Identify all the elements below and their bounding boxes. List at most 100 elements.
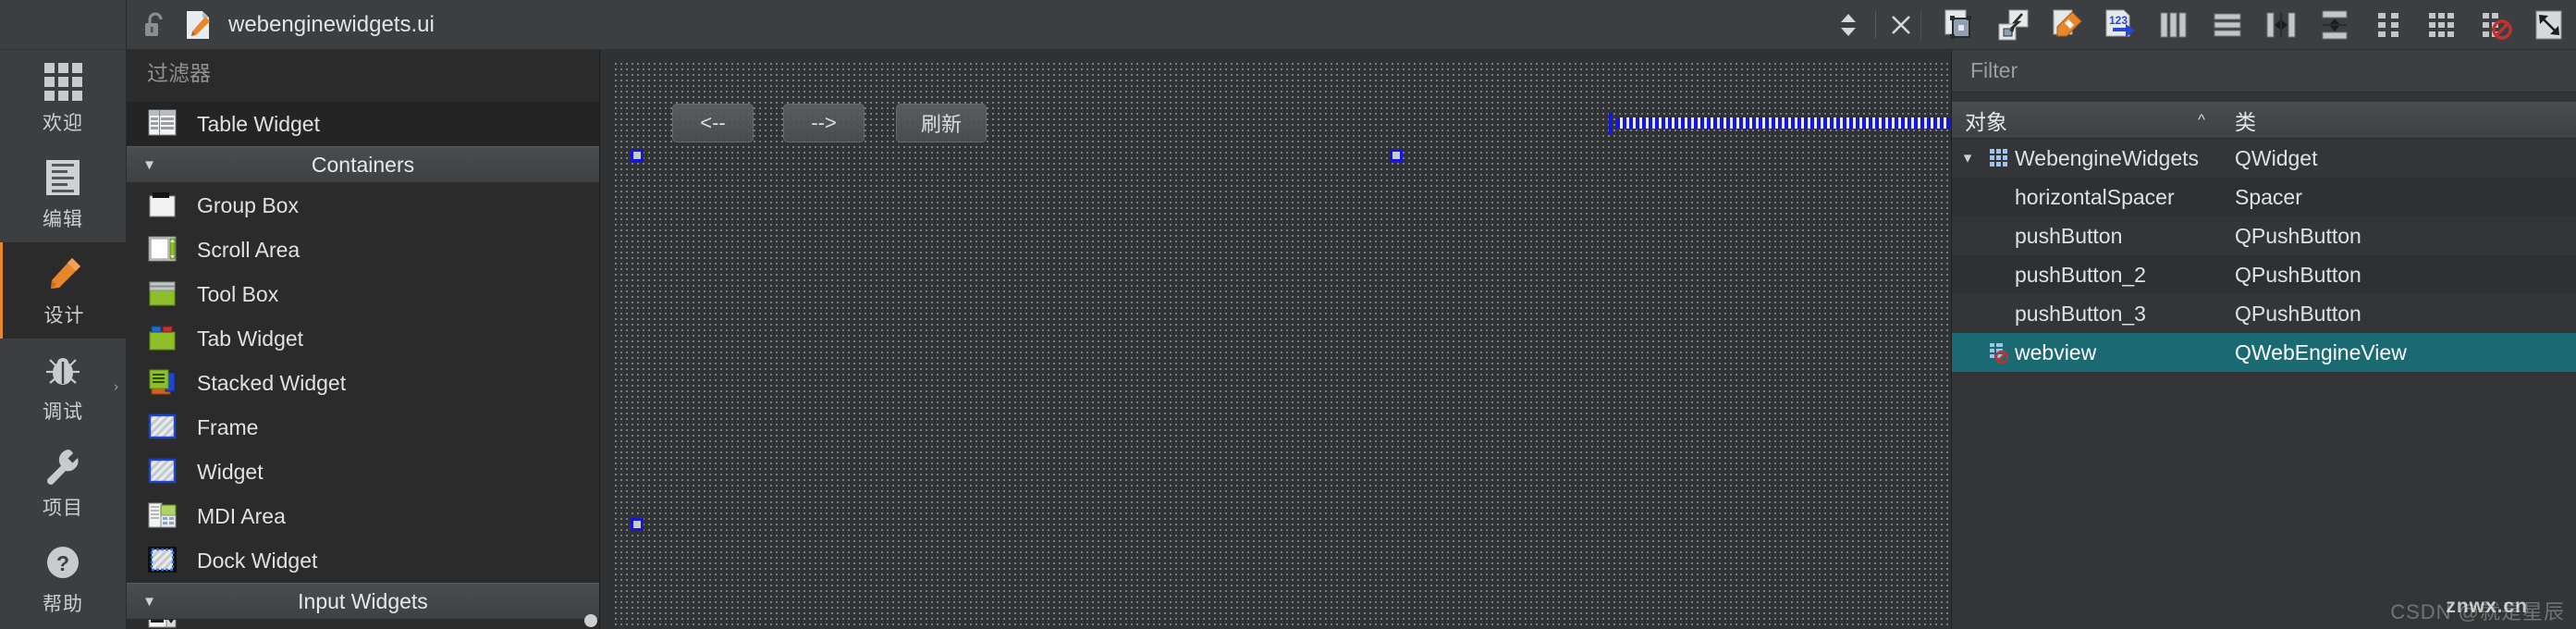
widget-item-label: Dock Widget — [197, 548, 318, 573]
dock-widget-icon — [147, 545, 180, 576]
object-tree-object-name: webview — [2015, 339, 2097, 364]
widget-item-widget[interactable]: Widget — [127, 450, 599, 494]
object-tree-row-webview[interactable]: webview QWebEngineView — [1952, 333, 2576, 372]
mode-item-help[interactable]: ? 帮助 — [0, 531, 126, 627]
object-tree-object-name: pushButton — [2015, 223, 2123, 248]
form-button-back[interactable]: <-- — [672, 104, 754, 142]
combo-box-icon — [147, 620, 180, 629]
object-tree-row-horizontalspacer[interactable]: horizontalSpacer Spacer — [1952, 178, 2576, 216]
widget-item-group-box[interactable]: Group Box — [127, 183, 599, 228]
qt-creator-window: 欢迎 编辑 设计 调试 › 项目 ? 帮助 webenginewidgets.u… — [0, 0, 2576, 629]
modebar-top-gap — [0, 0, 126, 50]
widget-category-input-widgets[interactable]: ▾ Input Widgets — [127, 583, 599, 620]
designer-tool-group: 123 — [1932, 2, 2576, 48]
object-tree-row-webenginewidgets[interactable]: ▾ WebengineWidgets QWidget — [1952, 139, 2576, 178]
mode-item-design[interactable]: 设计 — [0, 242, 126, 339]
widget-box-scroll-handle[interactable] — [584, 614, 597, 627]
edit-signals-slots-icon[interactable] — [1986, 2, 2040, 48]
object-tree-class-name: Spacer — [2235, 184, 2302, 209]
widget-item-label: MDI Area — [197, 503, 286, 528]
chevron-down-icon[interactable]: ▾ — [1952, 149, 1983, 167]
adjust-size-icon[interactable] — [2522, 2, 2576, 48]
layout-grid-icon[interactable] — [2415, 2, 2469, 48]
selection-handle[interactable] — [631, 149, 644, 162]
ui-file-edit-icon — [182, 10, 214, 40]
object-tree-object-name: pushButton_3 — [2015, 301, 2146, 326]
chevron-down-icon: ▾ — [145, 591, 154, 610]
up-down-chevrons-icon[interactable] — [1833, 11, 1864, 39]
horizontal-spring-icon — [1616, 117, 1950, 129]
widget-item-scroll-area[interactable]: Scroll Area — [127, 228, 599, 272]
mode-item-debug-label: 调试 — [43, 401, 83, 423]
editor-filename: webenginewidgets.ui — [228, 11, 435, 37]
widget-item-label: Widget — [197, 459, 264, 484]
object-tree-class-name: QPushButton — [2235, 301, 2361, 326]
widget-item-stacked-widget[interactable]: Stacked Widget — [127, 361, 599, 405]
object-tree-row-pushbutton-3[interactable]: pushButton_3 QPushButton — [1952, 294, 2576, 333]
widget-item-frame[interactable]: Frame — [127, 405, 599, 450]
table-widget-icon — [147, 108, 180, 140]
selection-handle[interactable] — [631, 518, 644, 531]
mode-item-design-label: 设计 — [43, 305, 85, 327]
widget-box-filter-input[interactable]: 过滤器 — [127, 50, 599, 92]
break-layout-icon[interactable] — [2469, 2, 2522, 48]
object-tree-gap — [1952, 92, 2576, 102]
widget-category-containers[interactable]: ▾ Containers — [127, 146, 599, 183]
layout-splitter-v-icon[interactable] — [2308, 2, 2361, 48]
mode-item-debug[interactable]: 调试 › — [0, 339, 126, 435]
widget-box-list[interactable]: Table Widget ▾ Containers Group Box Scro… — [127, 92, 599, 629]
stacked-widget-icon — [147, 367, 180, 399]
lines-icon — [42, 156, 84, 199]
object-tree-column-class[interactable]: 类 — [2220, 105, 2256, 136]
object-tree-object-name: pushButton_2 — [2015, 262, 2146, 287]
selection-handle[interactable] — [1390, 149, 1403, 162]
mode-item-edit[interactable]: 编辑 — [0, 146, 126, 242]
widget-box-filter-placeholder: 过滤器 — [147, 60, 211, 85]
edit-widgets-icon[interactable] — [1932, 2, 1986, 48]
chevron-right-icon: › — [114, 378, 118, 395]
form-button-refresh[interactable]: 刷新 — [896, 104, 987, 142]
svg-text:123: 123 — [2109, 14, 2128, 27]
mode-item-welcome-label: 欢迎 — [43, 113, 83, 134]
widget-item-table-widget[interactable]: Table Widget — [127, 102, 599, 146]
object-tree-filter-input[interactable]: Filter — [1952, 50, 2576, 92]
form-horizontal-spacer[interactable] — [1607, 112, 1950, 134]
tool-box-icon — [147, 278, 180, 310]
object-tree-row-pushbutton-2[interactable]: pushButton_2 QPushButton — [1952, 255, 2576, 294]
layout-horizontally-icon[interactable] — [2147, 2, 2201, 48]
form-widget-webenginewidgets[interactable]: <-- --> 刷新 — [613, 61, 1950, 629]
mode-item-projects[interactable]: 项目 — [0, 435, 126, 531]
mode-item-welcome[interactable]: 欢迎 — [0, 50, 126, 146]
widget-item-mdi-area[interactable]: MDI Area — [127, 494, 599, 538]
form-canvas-area[interactable]: <-- --> 刷新 — [600, 50, 1951, 629]
edit-buddies-icon[interactable] — [2040, 2, 2093, 48]
object-tree-column-object[interactable]: 对象 ^ — [1952, 105, 2220, 136]
widget-item-tab-widget[interactable]: Tab Widget — [127, 316, 599, 361]
unlocked-padlock-icon[interactable] — [140, 11, 171, 39]
object-tree-filter-placeholder: Filter — [1970, 58, 2018, 82]
close-x-icon[interactable] — [1887, 14, 1915, 36]
widget-item-label: Frame — [197, 414, 259, 439]
form-button-forward[interactable]: --> — [783, 104, 865, 142]
object-tree-rows[interactable]: ▾ WebengineWidgets QWidget horizontalSpa… — [1952, 139, 2576, 629]
svg-text:?: ? — [56, 551, 69, 575]
widget-category-label: Input Widgets — [298, 588, 428, 613]
widget-item-tool-box[interactable]: Tool Box — [127, 272, 599, 316]
layout-vertically-icon[interactable] — [2201, 2, 2254, 48]
chevron-down-icon: ▾ — [145, 154, 154, 174]
mode-item-edit-label: 编辑 — [43, 209, 83, 230]
widget-box-panel: 过滤器 Table Widget ▾ Containers Group Box … — [127, 50, 600, 629]
widget-item-dock-widget[interactable]: Dock Widget — [127, 538, 599, 583]
object-tree-row-pushbutton[interactable]: pushButton QPushButton — [1952, 216, 2576, 255]
mode-item-help-label: 帮助 — [43, 594, 83, 615]
mdi-area-icon — [147, 500, 180, 532]
widget-item-combo-box-clipped[interactable] — [127, 620, 599, 629]
bug-icon — [42, 349, 84, 391]
edit-tab-order-icon[interactable]: 123 — [2093, 2, 2147, 48]
widget-item-label: Stacked Widget — [197, 370, 347, 395]
layout-form-icon[interactable] — [2361, 2, 2415, 48]
mode-item-projects-label: 项目 — [43, 498, 83, 519]
mode-selector-sidebar: 欢迎 编辑 设计 调试 › 项目 ? 帮助 — [0, 0, 127, 629]
object-tree-class-name: QPushButton — [2235, 262, 2361, 287]
layout-splitter-h-icon[interactable] — [2254, 2, 2308, 48]
